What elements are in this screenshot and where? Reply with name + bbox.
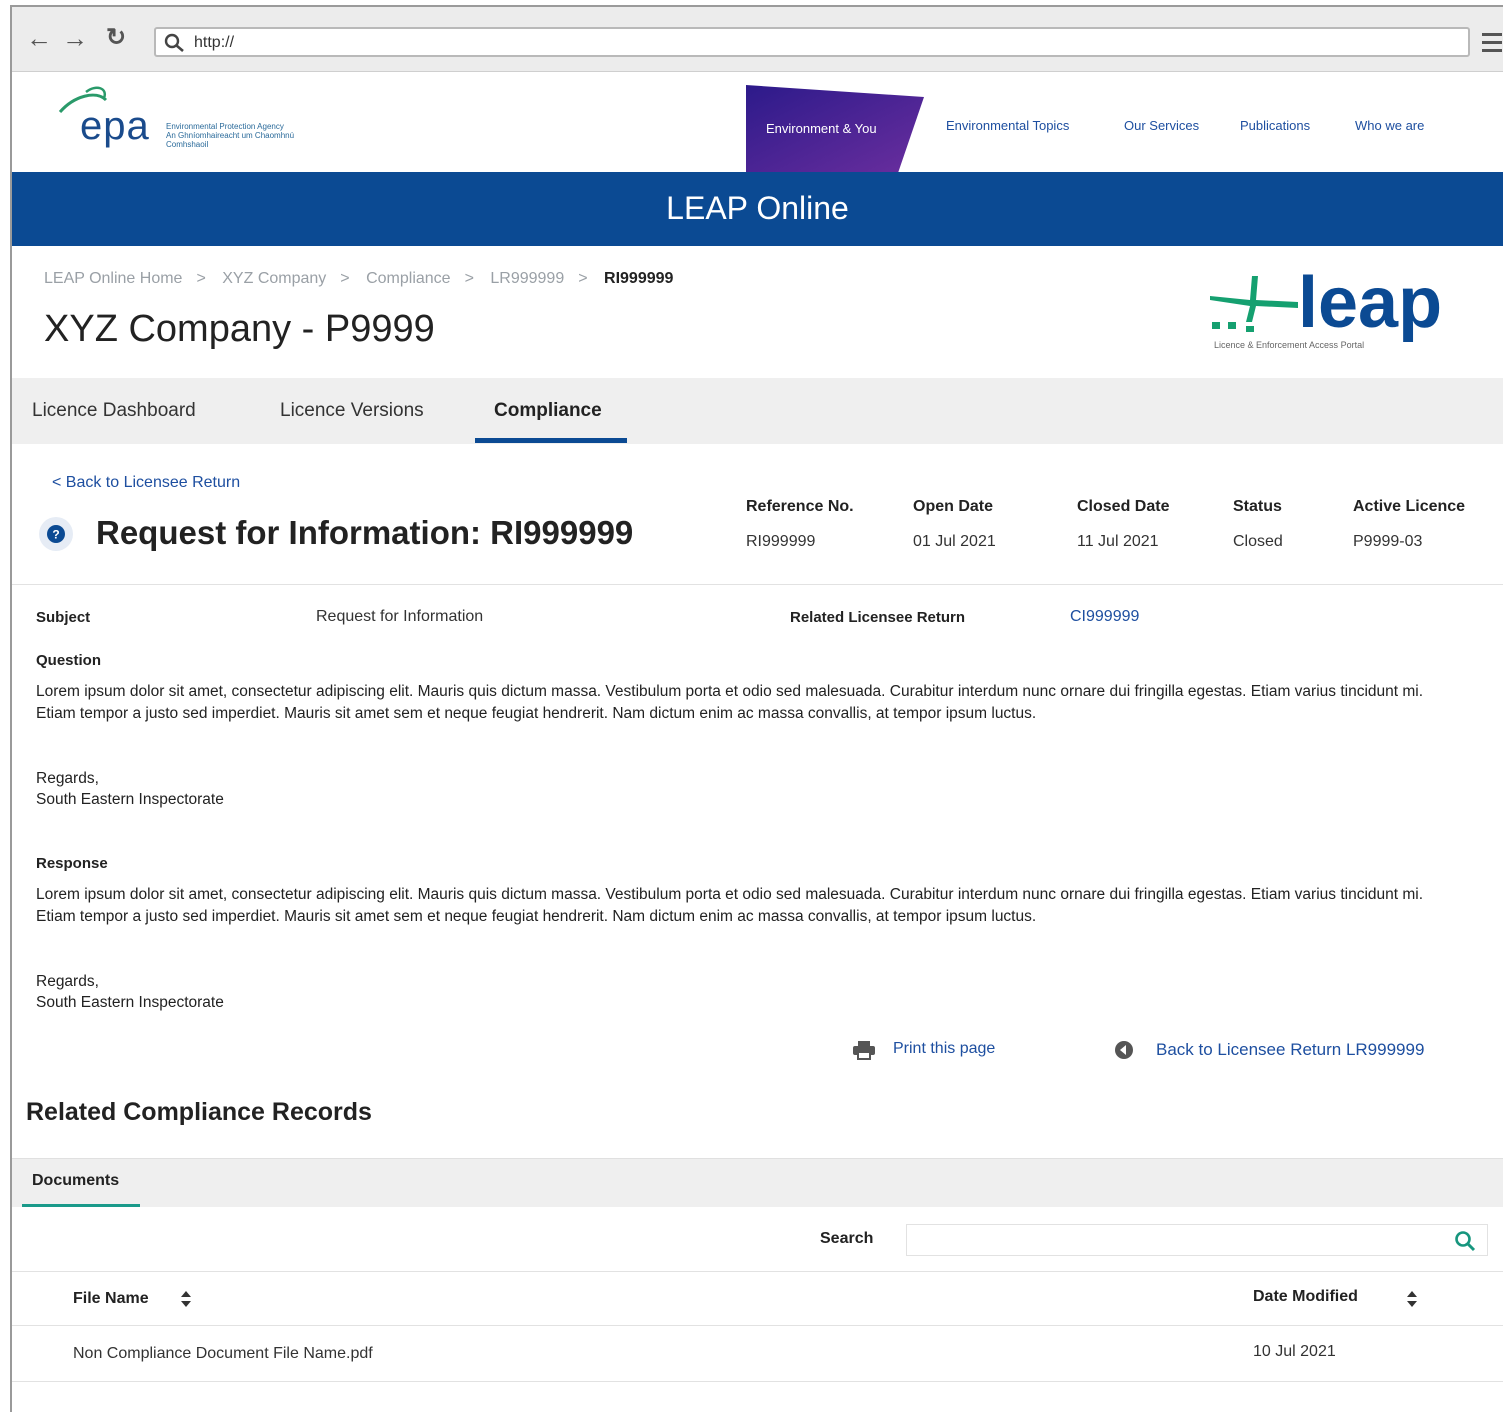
meta-label-status: Status (1233, 498, 1282, 515)
back-arrow-icon[interactable]: ← (26, 25, 52, 51)
response-regards: Regards, (36, 973, 99, 990)
documents-tab-bar (12, 1158, 1503, 1207)
sort-icon[interactable] (180, 1290, 192, 1308)
tab-documents[interactable]: Documents (32, 1172, 119, 1190)
question-circle-icon: ? (39, 517, 73, 551)
tab-licence-versions[interactable]: Licence Versions (280, 400, 424, 422)
question-regards: Regards, (36, 770, 99, 787)
leap-logo-tagline: Licence & Enforcement Access Portal (1214, 340, 1365, 350)
sort-icon[interactable] (1406, 1290, 1418, 1308)
response-signature: South Eastern Inspectorate (36, 994, 224, 1011)
subject-value: Request for Information (316, 608, 484, 625)
nav-our-services[interactable]: Our Services (1124, 118, 1199, 133)
nav-who-we-are[interactable]: Who we are (1355, 118, 1424, 133)
leap-bird-icon (1210, 276, 1298, 332)
site-header: epa Environmental Protection Agency An G… (12, 72, 1503, 173)
search-icon (164, 33, 184, 52)
reload-icon[interactable]: ↻ (106, 25, 126, 51)
licence-tabs: Licence Dashboard Licence Versions Compl… (12, 378, 1503, 444)
back-to-licensee-return-lr-link[interactable]: Back to Licensee Return LR999999 (1156, 1040, 1424, 1060)
url-text: http:// (194, 34, 235, 51)
nav-publications[interactable]: Publications (1240, 118, 1310, 133)
related-records-title: Related Compliance Records (26, 1098, 372, 1126)
response-text: Lorem ipsum dolor sit amet, consectetur … (36, 886, 1424, 925)
document-date-modified: 10 Jul 2021 (1253, 1343, 1336, 1360)
forward-arrow-icon[interactable]: → (62, 25, 88, 51)
related-return-link[interactable]: CI999999 (1070, 608, 1139, 626)
epa-logo-text: epa (80, 104, 150, 148)
banner-title: LEAP Online (666, 190, 849, 226)
divider (12, 584, 1503, 585)
back-circle-icon[interactable] (1114, 1040, 1134, 1060)
breadcrumb-item[interactable]: LEAP Online Home (44, 270, 182, 287)
meta-value-active-licence: P9999-03 (1353, 533, 1423, 550)
leap-logo: leap Licence & Enforcement Access Portal (1206, 263, 1486, 360)
tab-compliance[interactable]: Compliance (494, 400, 602, 422)
response-label: Response (36, 855, 108, 872)
nav-environment-and-you[interactable]: Environment & You (746, 85, 926, 173)
address-bar[interactable]: http:// (154, 27, 1470, 57)
breadcrumb-item[interactable]: XYZ Company (222, 270, 326, 287)
meta-label-reference: Reference No. (746, 498, 854, 515)
question-label: Question (36, 652, 102, 669)
active-tab-indicator (22, 1204, 140, 1207)
divider (12, 1325, 1503, 1326)
divider (12, 1381, 1503, 1382)
subject-label: Subject (36, 609, 91, 626)
epa-logo-tagline: Environmental Protection Agency An Ghnío… (166, 122, 295, 149)
page-title: XYZ Company - P9999 (44, 308, 435, 350)
meta-value-status: Closed (1233, 533, 1283, 550)
leap-logo-text: leap (1298, 263, 1443, 343)
breadcrumb: LEAP Online Home > XYZ Company > Complianc… (44, 270, 674, 287)
search-icon[interactable] (1454, 1230, 1476, 1252)
leap-online-banner: LEAP Online (12, 172, 1503, 246)
epa-logo[interactable]: epa Environmental Protection Agency An G… (56, 86, 336, 150)
svg-text:?: ? (52, 528, 59, 542)
column-header-date-modified[interactable]: Date Modified (1253, 1288, 1358, 1306)
printer-icon[interactable] (852, 1040, 876, 1060)
meta-value-closed-date: 11 Jul 2021 (1077, 533, 1159, 550)
divider (12, 1271, 1503, 1272)
nav-label: Environment & You (766, 121, 877, 136)
active-tab-indicator (475, 438, 627, 443)
document-file-link[interactable]: Non Compliance Document File Name.pdf (73, 1345, 373, 1363)
hamburger-menu-icon[interactable] (1482, 33, 1502, 57)
breadcrumb-current: RI999999 (604, 270, 674, 287)
meta-value-open-date: 01 Jul 2021 (913, 533, 996, 550)
documents-search-input[interactable] (906, 1224, 1488, 1256)
question-text: Lorem ipsum dolor sit amet, consectetur … (36, 683, 1424, 722)
related-return-label: Related Licensee Return (790, 609, 966, 626)
tab-licence-dashboard[interactable]: Licence Dashboard (32, 400, 196, 422)
back-to-licensee-return-link[interactable]: < Back to Licensee Return (52, 474, 240, 492)
question-signature: South Eastern Inspectorate (36, 791, 224, 808)
browser-toolbar: ← → ↻ http:// (12, 7, 1503, 72)
print-page-link[interactable]: Print this page (893, 1040, 995, 1058)
meta-value-reference: RI999999 (746, 533, 816, 550)
column-header-file-name[interactable]: File Name (73, 1290, 149, 1308)
meta-label-active-licence: Active Licence (1353, 498, 1466, 515)
search-label: Search (820, 1230, 874, 1247)
rfi-title: Request for Information: RI999999 (96, 514, 634, 551)
meta-label-closed-date: Closed Date (1077, 498, 1170, 515)
meta-label-open-date: Open Date (913, 498, 994, 515)
breadcrumb-item[interactable]: Compliance (366, 270, 450, 287)
breadcrumb-item[interactable]: LR999999 (490, 270, 564, 287)
nav-environmental-topics[interactable]: Environmental Topics (946, 118, 1069, 133)
